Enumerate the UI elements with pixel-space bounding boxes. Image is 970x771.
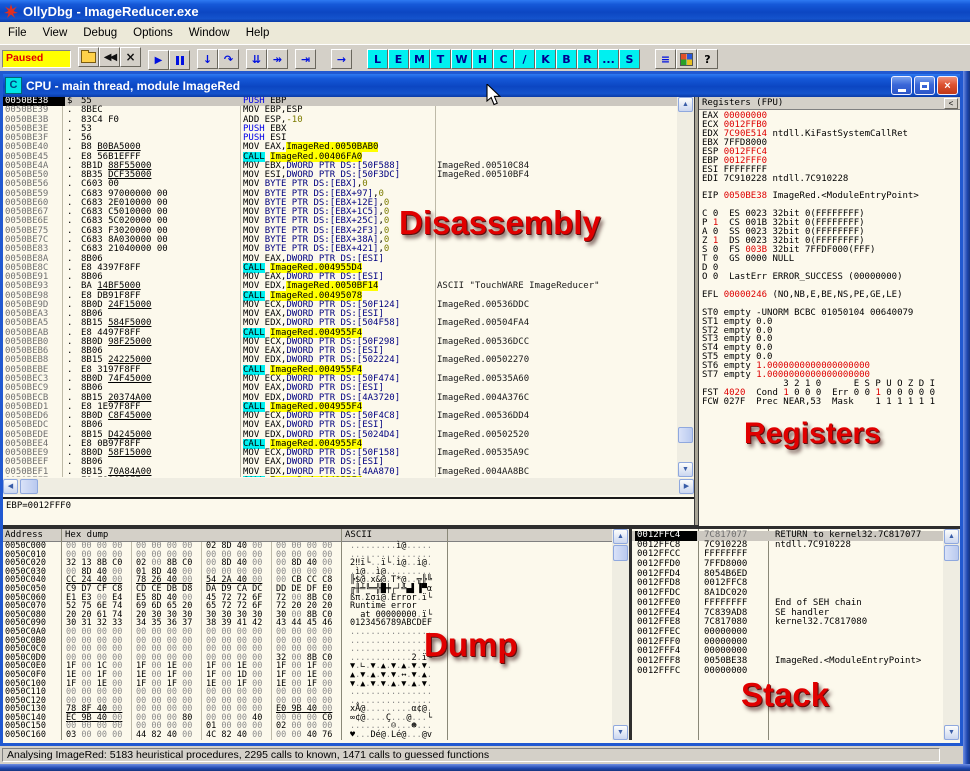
disassembly-pane[interactable]: 0050BE38$55PUSH EBP0050BE39.8BECMOV EBP,… [3, 97, 677, 477]
cpu-content: 0050BE38$55PUSH EBP0050BE39.8BECMOV EBP,… [3, 97, 960, 743]
scroll-right-button[interactable]: ▶ [679, 479, 694, 494]
view-memory-button[interactable]: M [409, 49, 430, 69]
cpu-window-titlebar[interactable]: C CPU - main thread, module ImageRed × [3, 74, 960, 97]
trace-into-button[interactable]: ⇊ [246, 49, 267, 69]
toolbar-buttons: ◀◀× ▶ ↓↷ ⇊↠ ⇥ → LEMTWHC/KBR...S ≡? [71, 47, 718, 70]
cpu-window-title: CPU - main thread, module ImageRed [26, 79, 240, 93]
minimize-button[interactable] [891, 76, 912, 95]
dump-header-ascii: ASCII [345, 529, 372, 541]
restart-button[interactable]: ◀◀ [99, 47, 120, 67]
pause-icon [181, 56, 184, 65]
dump-row[interactable]: 0050C16003 00 00 0044 82 40 004C 82 40 0… [3, 731, 612, 740]
window-title: OllyDbg - ImageReducer.exe [23, 4, 199, 19]
scroll-down-button[interactable]: ▼ [613, 725, 628, 740]
menu-item-file[interactable]: File [0, 23, 35, 44]
menu-item-options[interactable]: Options [125, 23, 181, 44]
step-into-button[interactable]: ↓ [197, 49, 218, 69]
main-titlebar[interactable]: OllyDbg - ImageReducer.exe [0, 0, 970, 22]
trace-over-button[interactable]: ↠ [267, 49, 288, 69]
registers-pane[interactable]: Registers (FPU) < EAX 00000000ECX 0012FF… [699, 97, 960, 526]
view-callstack-button[interactable]: K [535, 49, 556, 69]
dump-pane[interactable]: Address Hex dump ASCII 0050C00000 00 00 … [3, 529, 612, 740]
help-button[interactable]: ? [697, 49, 718, 69]
view-references-button[interactable]: R [577, 49, 598, 69]
registers-header: Registers (FPU) < [699, 97, 960, 110]
menu-item-help[interactable]: Help [238, 23, 278, 44]
scrollbar-thumb[interactable] [678, 427, 693, 443]
status-text: Analysing ImageRed: 5183 heuristical pro… [7, 749, 489, 761]
open-file-button[interactable] [78, 47, 99, 67]
cpu-window-controls: × [891, 76, 960, 95]
pause-icon [176, 56, 179, 65]
view-modules-button[interactable]: E [388, 49, 409, 69]
stack-row[interactable]: 0012FFFC00000000 [632, 667, 943, 677]
info-pane-text: EBP=0012FFF0 [6, 501, 71, 511]
stack-vertical-scrollbar[interactable]: ▲ ▼ [943, 529, 960, 740]
disassembly-rows: 0050BE38$55PUSH EBP0050BE39.8BECMOV EBP,… [3, 97, 677, 477]
dump-header-hex: Hex dump [65, 529, 108, 541]
minimize-icon [898, 89, 906, 92]
palette-icon [680, 53, 693, 66]
menu-item-window[interactable]: Window [181, 23, 238, 44]
cpu-window: C CPU - main thread, module ImageRed × 0… [0, 71, 963, 746]
dump-header-address: Address [5, 529, 43, 541]
window-frame-bottom [0, 764, 970, 771]
disassembly-horizontal-scrollbar[interactable]: ◀ ▶ [3, 478, 694, 495]
scrollbar-thumb[interactable] [944, 545, 959, 561]
menu-item-debug[interactable]: Debug [75, 23, 125, 44]
stack-pane[interactable]: 0012FFC47C817077RETURN to kernel32.7C817… [632, 529, 943, 740]
dump-rows: 0050C00000 00 00 0000 00 00 0002 8D 40 0… [3, 542, 612, 740]
dump-vertical-scrollbar[interactable]: ▲ ▼ [612, 529, 629, 740]
maximize-icon [920, 82, 929, 90]
toolbar: Paused ◀◀× ▶ ↓↷ ⇊↠ ⇥ → LEMTWHC/KBR...S ≡? [0, 44, 970, 73]
scroll-left-button[interactable]: ◀ [3, 479, 18, 494]
appearance-button[interactable]: ≡ [655, 49, 676, 69]
window-frame-right [963, 71, 970, 771]
scroll-up-button[interactable]: ▲ [678, 97, 693, 112]
colors-button[interactable] [676, 49, 697, 69]
view-windows-button[interactable]: W [451, 49, 472, 69]
cpu-window-icon: C [5, 77, 22, 94]
ollydbg-main-window: { "window": {"title": "OllyDbg - ImageRe… [0, 0, 970, 771]
view-source-button[interactable]: S [619, 49, 640, 69]
ollydbg-logo-icon [3, 3, 19, 19]
view-patches-button[interactable]: / [514, 49, 535, 69]
pause-button[interactable] [169, 50, 190, 70]
registers-collapse-button[interactable]: < [944, 98, 958, 109]
view-runtrace-button[interactable]: ... [598, 49, 619, 69]
disassembly-row[interactable]: 0050BE3B.83C4 F0ADD ESP,-10 [3, 116, 677, 125]
stack-rows: 0012FFC47C817077RETURN to kernel32.7C817… [632, 529, 943, 676]
info-pane[interactable]: EBP=0012FFF0 [3, 497, 694, 524]
view-threads-button[interactable]: T [430, 49, 451, 69]
run-button[interactable]: ▶ [148, 50, 169, 70]
disassembly-row[interactable]: 0050BE38$55PUSH EBP [3, 97, 677, 106]
scrollbar-thumb[interactable] [20, 479, 38, 494]
view-log-button[interactable]: L [367, 49, 388, 69]
scroll-up-button[interactable]: ▲ [944, 529, 959, 544]
menu-item-view[interactable]: View [35, 23, 76, 44]
disassembly-vertical-scrollbar[interactable]: ▲ ▼ [677, 97, 694, 477]
status-bar: Analysing ImageRed: 5183 heuristical pro… [0, 746, 963, 764]
step-over-button[interactable]: ↷ [218, 49, 239, 69]
status-message: Analysing ImageRed: 5183 heuristical pro… [2, 748, 940, 762]
view-cpu-button[interactable]: C [493, 49, 514, 69]
menu-bar: FileViewDebugOptionsWindowHelp [0, 22, 970, 45]
scroll-down-button[interactable]: ▼ [678, 462, 693, 477]
open-folder-icon [81, 52, 96, 63]
go-to-address-button[interactable]: → [331, 49, 352, 69]
registers-header-label: Registers (FPU) [702, 98, 783, 108]
maximize-button[interactable] [914, 76, 935, 95]
scroll-up-button[interactable]: ▲ [613, 529, 628, 544]
close-program-button[interactable]: × [120, 47, 141, 67]
debug-state-indicator: Paused [2, 50, 71, 68]
scrollbar-thumb[interactable] [613, 545, 628, 561]
disassembly-row[interactable]: 0050BE3E.53PUSH EBX [3, 125, 677, 134]
execute-till-return-button[interactable]: ⇥ [295, 49, 316, 69]
view-breakpoints-button[interactable]: B [556, 49, 577, 69]
view-handles-button[interactable]: H [472, 49, 493, 69]
registers-list: EAX 00000000ECX 0012FFB0EDX 7C90E514 ntd… [702, 112, 960, 526]
scroll-down-button[interactable]: ▼ [944, 725, 959, 740]
close-button[interactable]: × [937, 76, 958, 95]
